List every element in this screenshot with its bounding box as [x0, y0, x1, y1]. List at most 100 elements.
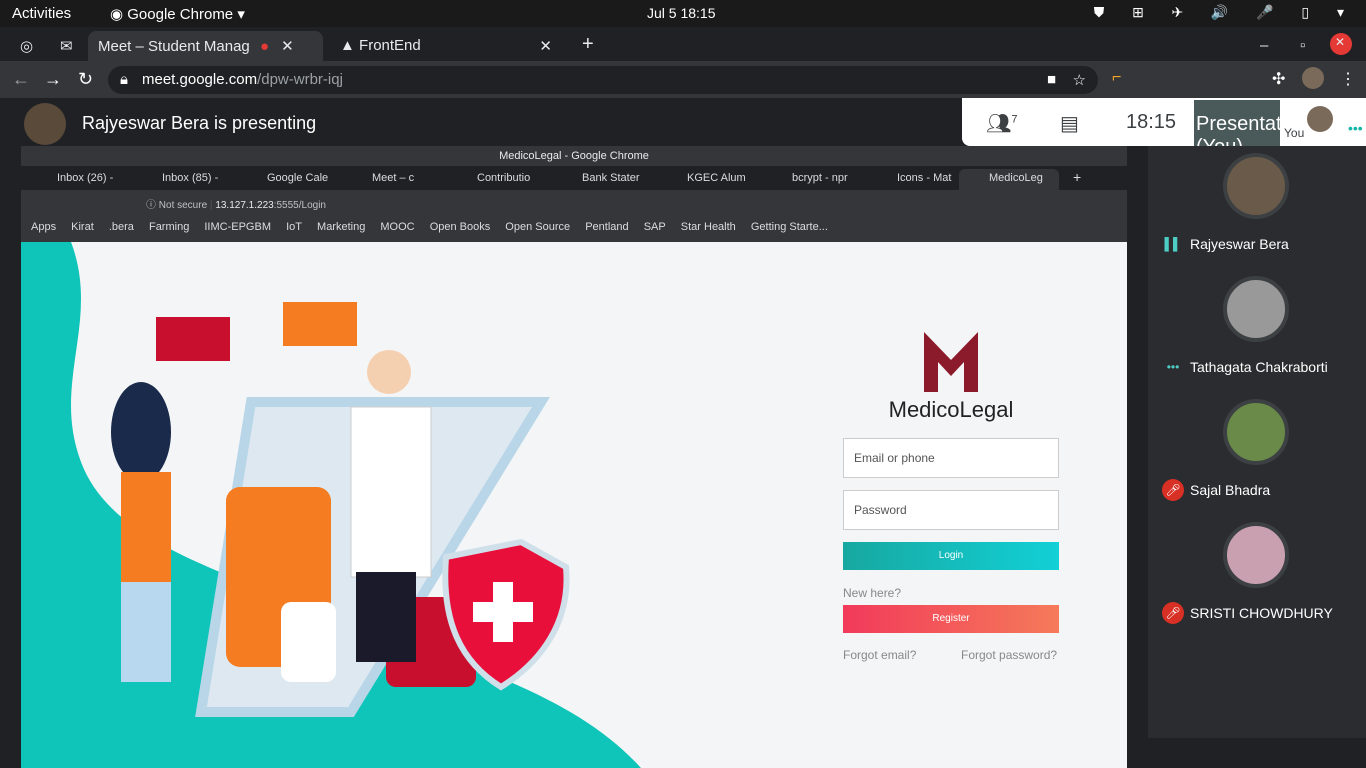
- participant-avatar: [1223, 399, 1289, 465]
- inner-tab[interactable]: Bank Stater: [552, 169, 656, 190]
- bookmark-item[interactable]: Getting Starte...: [751, 221, 828, 233]
- bookmark-item[interactable]: IIMC-EPGBM: [204, 221, 271, 233]
- participant-avatar: [1223, 276, 1289, 342]
- bookmark-item[interactable]: Open Books: [430, 221, 491, 233]
- inner-address-bar[interactable]: ⓘ Not secure | 13.127.1.223:5555/Login: [21, 190, 1127, 216]
- bookmark-item[interactable]: Farming: [149, 221, 189, 233]
- participant-name: SRISTI CHOWDHURY: [1190, 605, 1333, 621]
- tab-label: FrontEnd: [359, 37, 421, 54]
- bookmark-item[interactable]: Apps: [31, 221, 56, 233]
- participant-name: Tathagata Chakraborti: [1190, 359, 1328, 375]
- close-icon[interactable]: ✕: [539, 37, 552, 55]
- app-name: Google Chrome: [127, 6, 234, 23]
- chat-icon[interactable]: ▤: [1060, 111, 1079, 136]
- login-button[interactable]: Login: [843, 542, 1059, 570]
- inner-new-tab-button[interactable]: +: [1073, 169, 1081, 185]
- participant[interactable]: 🎤︎ Sajal Bhadra: [1148, 399, 1366, 519]
- os-top-bar: Activities ◉ Google Chrome ▾ Jul 5 18:15…: [0, 0, 1366, 27]
- presenter-text: Rajyeswar Bera is presenting: [82, 113, 317, 133]
- participant[interactable]: 🎤︎ SRISTI CHOWDHURY: [1148, 522, 1366, 642]
- more-icon: •••: [1166, 360, 1180, 374]
- inner-tab[interactable]: Inbox (85) -: [132, 169, 236, 190]
- shared-screen: MedicoLegal - Google Chrome Inbox (26) -…: [21, 146, 1127, 768]
- people-icon[interactable]: 👥︎7: [986, 111, 1018, 136]
- minimize-button[interactable]: ‒: [1250, 31, 1278, 61]
- participant-avatar: [1223, 153, 1289, 219]
- tab-meet[interactable]: Meet – Student Manag ● ✕: [88, 31, 323, 61]
- forward-icon[interactable]: →: [44, 69, 62, 90]
- tab-frontend[interactable]: ▲ FrontEnd ✕: [330, 31, 560, 61]
- participant[interactable]: ▌▌ Rajyeswar Bera: [1148, 153, 1366, 273]
- inner-tab-active[interactable]: MedicoLeg: [959, 169, 1059, 190]
- lock-icon: 🔒︎: [120, 71, 128, 88]
- inner-tab[interactable]: Inbox (26) -: [27, 169, 131, 190]
- bookmark-item[interactable]: .bera: [109, 221, 134, 233]
- inner-tab[interactable]: Icons - Mat: [867, 169, 971, 190]
- angular-icon: ▲: [340, 37, 355, 54]
- inner-tab[interactable]: KGEC Alum: [657, 169, 761, 190]
- medical-illustration: [21, 242, 641, 768]
- password-field[interactable]: Password: [843, 490, 1059, 530]
- register-button[interactable]: Register: [843, 605, 1059, 633]
- bookmark-item[interactable]: Marketing: [317, 221, 365, 233]
- inner-tab[interactable]: Google Cale: [237, 169, 341, 190]
- participant-name: Sajal Bhadra: [1190, 482, 1271, 498]
- url-host: meet.google.com: [142, 71, 258, 88]
- whatsapp-icon[interactable]: ◎: [10, 31, 43, 61]
- bookmark-item[interactable]: IoT: [286, 221, 302, 233]
- self-avatar: [1307, 106, 1333, 132]
- logo-mark-icon: [924, 332, 978, 392]
- email-field[interactable]: Email or phone: [843, 438, 1059, 478]
- browser-toolbar: ← → ↻ 🔒︎ meet.google.com/dpw-wrbr-iqj ■ …: [0, 61, 1366, 98]
- bookmark-item[interactable]: MOOC: [380, 221, 414, 233]
- inner-tab[interactable]: Contributio: [447, 169, 551, 190]
- bookmark-item[interactable]: Star Health: [681, 221, 736, 233]
- forgot-email-link[interactable]: Forgot email?: [843, 648, 916, 662]
- mic-muted-icon: 🎤︎: [1162, 602, 1184, 624]
- info-icon: ⓘ: [146, 200, 156, 211]
- back-icon[interactable]: ←: [12, 69, 30, 90]
- camera-icon[interactable]: ■: [1047, 71, 1056, 88]
- clock[interactable]: Jul 5 18:15: [647, 5, 716, 21]
- menu-icon[interactable]: ⋮: [1340, 69, 1356, 89]
- address-bar[interactable]: 🔒︎ meet.google.com/dpw-wrbr-iqj ■ ☆: [108, 66, 1098, 94]
- reload-icon[interactable]: ↻: [78, 69, 93, 90]
- profile-avatar[interactable]: [1302, 67, 1324, 89]
- extensions-puzzle-icon[interactable]: ✣: [1272, 69, 1285, 89]
- you-label: You: [1284, 126, 1305, 140]
- gmail-icon[interactable]: ✉: [50, 31, 83, 61]
- more-icon[interactable]: •••: [1348, 120, 1363, 136]
- maximize-button[interactable]: ▫: [1290, 31, 1315, 61]
- activities-button[interactable]: Activities: [12, 5, 71, 22]
- bookmarks-bar: Apps Kirat .bera Farming IIMC-EPGBM IoT …: [21, 216, 1127, 242]
- speaking-icon: ▌▌: [1164, 237, 1182, 251]
- new-here-text: New here?: [843, 586, 902, 600]
- browser-tab-bar: ◎ ✉ Meet – Student Manag ● ✕ ▲ FrontEnd …: [0, 27, 1366, 61]
- not-secure-label: Not secure: [158, 200, 208, 211]
- inner-tab-bar: Inbox (26) - Inbox (85) - Google Cale Me…: [21, 166, 1127, 190]
- bookmark-item[interactable]: Open Source: [505, 221, 570, 233]
- bookmark-item[interactable]: Pentland: [585, 221, 628, 233]
- extension-icon[interactable]: ⌐: [1112, 69, 1121, 87]
- brand-name: MedicoLegal: [888, 397, 1014, 422]
- inner-tab[interactable]: Meet – c: [342, 169, 446, 190]
- inner-url-host: 13.127.1.223: [215, 200, 274, 211]
- bookmark-item[interactable]: SAP: [644, 221, 666, 233]
- meet-top-panel: 👥︎7 ▤ 18:15 Presentation (You) You •••: [962, 98, 1366, 158]
- bookmark-star-icon[interactable]: ☆: [1073, 71, 1086, 89]
- recording-icon: ●: [259, 38, 269, 55]
- system-tray[interactable]: ⛊ ⊞ ✈ 🔊 🎤 ▯ ▾: [1094, 4, 1356, 21]
- participant-name: Rajyeswar Bera: [1190, 236, 1289, 252]
- mic-muted-icon: 🎤︎: [1162, 479, 1184, 501]
- close-window-button[interactable]: ✕: [1330, 33, 1352, 55]
- participant[interactable]: ••• Tathagata Chakraborti: [1148, 276, 1366, 396]
- new-tab-button[interactable]: +: [572, 31, 604, 61]
- close-icon[interactable]: ✕: [281, 38, 294, 55]
- meet-time: 18:15: [1126, 111, 1177, 133]
- presentation-tile[interactable]: Presentation (You): [1194, 100, 1308, 158]
- bookmark-item[interactable]: Kirat: [71, 221, 94, 233]
- url-path: /dpw-wrbr-iqj: [257, 71, 343, 88]
- app-menu[interactable]: ◉ Google Chrome ▾: [110, 5, 245, 23]
- forgot-password-link[interactable]: Forgot password?: [961, 648, 1057, 662]
- inner-tab[interactable]: bcrypt - npr: [762, 169, 866, 190]
